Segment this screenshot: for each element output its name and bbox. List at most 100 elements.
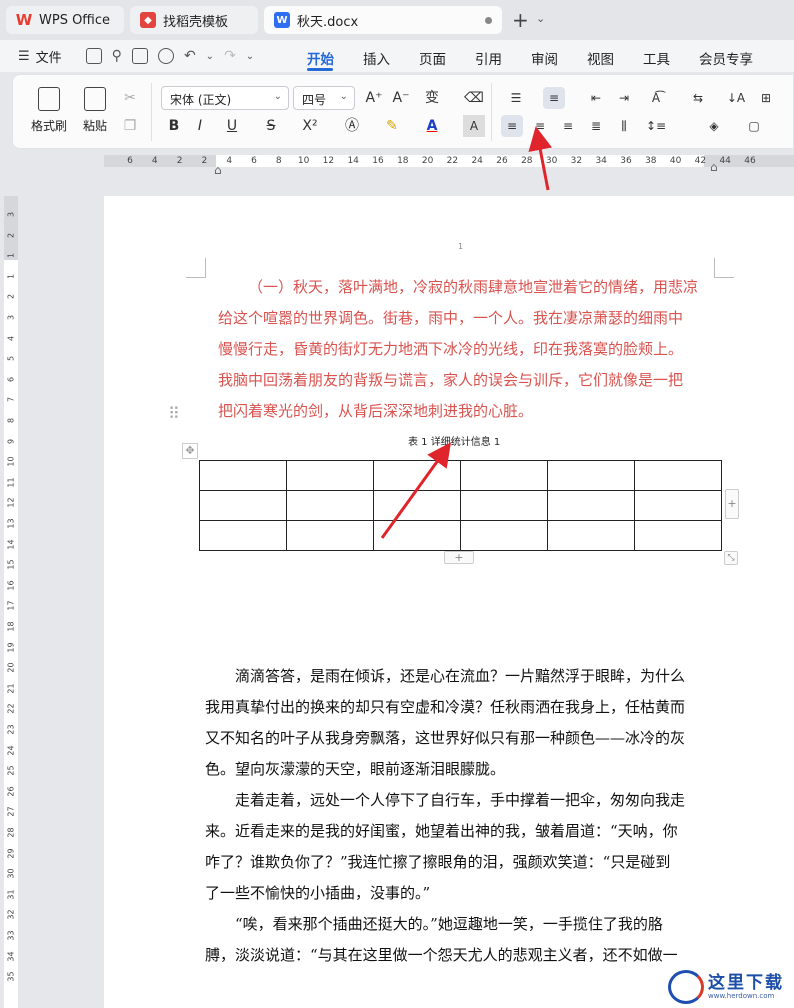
font-size-select[interactable]: 四号 ⌄ <box>293 86 355 110</box>
justify-icon[interactable]: ≣ <box>585 115 607 137</box>
decrease-indent-icon[interactable]: ⇤ <box>585 87 607 109</box>
red-paragraph[interactable]: （一）秋天，落叶满地，冷寂的秋雨肆意地宣泄着它的情绪，用悲凉 给这个喧嚣的世界调… <box>218 272 718 427</box>
drag-handle-icon[interactable]: ⠿ <box>168 404 180 423</box>
table-cell[interactable] <box>199 520 287 551</box>
table-resize-icon[interactable]: ⤡ <box>724 551 738 565</box>
menu-page[interactable]: 页面 <box>419 48 446 68</box>
table-cell[interactable] <box>286 460 374 491</box>
copy-icon[interactable]: ❐ <box>119 115 141 137</box>
highlight-icon[interactable]: ✎ <box>381 115 403 137</box>
italic-icon[interactable]: I <box>189 115 211 137</box>
add-row-button[interactable]: + <box>444 551 474 564</box>
table-cell[interactable] <box>634 520 722 551</box>
right-indent-marker-icon[interactable]: ⌂ <box>710 160 718 174</box>
body-paragraph[interactable]: 走着走着，远处一个人停下了自行车，手中撑着一把伞，匆匆向我走 来。近看走来的是我… <box>205 785 715 909</box>
align-center-icon[interactable]: ≡ <box>529 115 551 137</box>
ruler-tick-label: 30 <box>545 156 558 166</box>
menu-home[interactable]: 开始 <box>307 48 334 68</box>
shrink-font-icon[interactable]: A⁻ <box>390 87 412 109</box>
document-page[interactable]: 1 （一）秋天，落叶满地，冷寂的秋雨肆意地宣泄着它的情绪，用悲凉 给这个喧嚣的世… <box>104 196 794 1008</box>
table-cell[interactable] <box>547 520 635 551</box>
table-cell[interactable] <box>460 460 548 491</box>
font-color-icon[interactable]: A <box>421 115 443 137</box>
table-cell[interactable] <box>286 490 374 521</box>
table-caption[interactable]: 表 1 详细统计信息 1 <box>408 433 500 448</box>
vertical-ruler[interactable]: 3 2 1 1 2 3 4 5 6 7 8 9 10 11 12 13 14 15 16 17 18 19 20 21 22 23… <box>4 196 18 1008</box>
body-paragraph[interactable]: 滴滴答答，是雨在倾诉，还是心在流血？一片黯然浮于眼眸，为什么 我用真挚付出的换来… <box>205 661 715 785</box>
numbering-icon[interactable]: ≡ <box>543 87 565 109</box>
undo-dropdown-icon[interactable]: ⌄ <box>206 51 214 62</box>
data-table[interactable] <box>199 460 722 551</box>
text-effect-icon[interactable]: Ⓐ <box>341 115 363 137</box>
line-spacing-icon[interactable]: ↕≡ <box>645 115 667 137</box>
chevron-down-icon[interactable]: ⌄ <box>536 12 545 25</box>
print-preview-icon[interactable] <box>157 48 174 64</box>
tab-wps-office[interactable]: W WPS Office <box>6 6 124 34</box>
strikethrough-icon[interactable]: S <box>260 115 282 137</box>
vruler-tick-label: 21 <box>6 683 16 694</box>
cut-icon[interactable]: ✂ <box>119 87 141 109</box>
table-cell[interactable] <box>634 460 722 491</box>
align-right-icon[interactable]: ≡ <box>557 115 579 137</box>
horizontal-ruler[interactable]: 6 4 2 2 4 6 8 10 12 14 16 18 20 22 24 26 28 30 32 34 36 38 40 4… <box>104 155 794 167</box>
redo-icon[interactable]: ↷ <box>224 48 236 64</box>
paste-button[interactable]: 粘贴 <box>73 87 117 134</box>
table-cell[interactable] <box>460 490 548 521</box>
watermark-url: www.herdown.com <box>708 992 775 1000</box>
distributed-icon[interactable]: ⫼ <box>613 115 635 137</box>
hamburger-icon[interactable]: ☰ <box>18 49 30 64</box>
shading-icon[interactable]: ◈ <box>703 115 725 137</box>
underline-icon[interactable]: U <box>221 115 243 137</box>
ruler-tick-label: 32 <box>570 156 583 166</box>
text-line: 给这个喧嚣的世界调色。街巷，雨中，一个人。我在凄凉萧瑟的细雨中 <box>218 309 684 327</box>
char-shading-icon[interactable]: A <box>463 115 485 137</box>
bold-icon[interactable]: B <box>163 115 185 137</box>
border-icon[interactable]: ▢ <box>743 115 765 137</box>
bullets-icon[interactable]: ☰ <box>505 87 527 109</box>
undo-icon[interactable]: ↶ <box>184 48 196 64</box>
indent-marker-icon[interactable]: ⌂ <box>214 163 222 177</box>
table-move-icon[interactable]: ✥ <box>182 443 198 459</box>
chinese-layout-icon[interactable]: A͡ <box>645 87 667 109</box>
tab-docer-templates[interactable]: ◆ 找稻壳模板 <box>130 6 258 34</box>
table-cell[interactable] <box>634 490 722 521</box>
increase-indent-icon[interactable]: ⇥ <box>613 87 635 109</box>
grow-font-icon[interactable]: A⁺ <box>363 87 385 109</box>
font-name-select[interactable]: 宋体 (正文) ⌄ <box>161 86 289 110</box>
ruler-tick-label: 8 <box>275 156 282 166</box>
share-icon[interactable]: ⚲ <box>112 48 122 64</box>
table-cell[interactable] <box>199 490 287 521</box>
table-cell[interactable] <box>286 520 374 551</box>
active-tab-indicator <box>307 68 333 71</box>
menu-references[interactable]: 引用 <box>475 48 502 68</box>
table-cell[interactable] <box>460 520 548 551</box>
table-cell[interactable] <box>373 490 461 521</box>
menu-membership[interactable]: 会员专享 <box>699 48 753 68</box>
more-chevron-icon[interactable]: ⌄ <box>246 51 254 62</box>
text-direction-icon[interactable]: ⇆ <box>687 87 709 109</box>
menu-file[interactable]: 文件 <box>36 47 62 66</box>
body-paragraph[interactable]: “唉，看来那个插曲还挺大的。”她逗趣地一笑，一手揽住了我的胳 膊，淡淡说道：“与… <box>205 909 715 971</box>
new-tab-icon[interactable]: + <box>512 8 529 32</box>
phonetic-guide-icon[interactable]: 变 <box>421 87 443 109</box>
align-left-icon[interactable]: ≡ <box>501 115 523 137</box>
menu-review[interactable]: 审阅 <box>531 48 558 68</box>
table-cell[interactable] <box>547 460 635 491</box>
table-cell[interactable] <box>547 490 635 521</box>
save-icon[interactable] <box>85 48 102 64</box>
unsaved-dot-icon[interactable] <box>485 17 492 24</box>
menu-insert[interactable]: 插入 <box>363 48 390 68</box>
print-icon[interactable] <box>131 48 148 64</box>
table-cell[interactable] <box>199 460 287 491</box>
superscript-icon[interactable]: X² <box>299 115 321 137</box>
menu-tools[interactable]: 工具 <box>643 48 670 68</box>
format-painter-button[interactable]: 格式刷 <box>27 87 71 134</box>
show-marks-icon[interactable]: ⊞ <box>755 87 777 109</box>
table-cell[interactable] <box>373 520 461 551</box>
table-cell[interactable] <box>373 460 461 491</box>
add-column-button[interactable]: + <box>725 489 739 519</box>
menu-view[interactable]: 视图 <box>587 48 614 68</box>
tab-document[interactable]: W 秋天.docx <box>264 6 502 34</box>
sort-icon[interactable]: ↓A <box>725 87 747 109</box>
clear-format-icon[interactable]: ⌫ <box>463 87 485 109</box>
